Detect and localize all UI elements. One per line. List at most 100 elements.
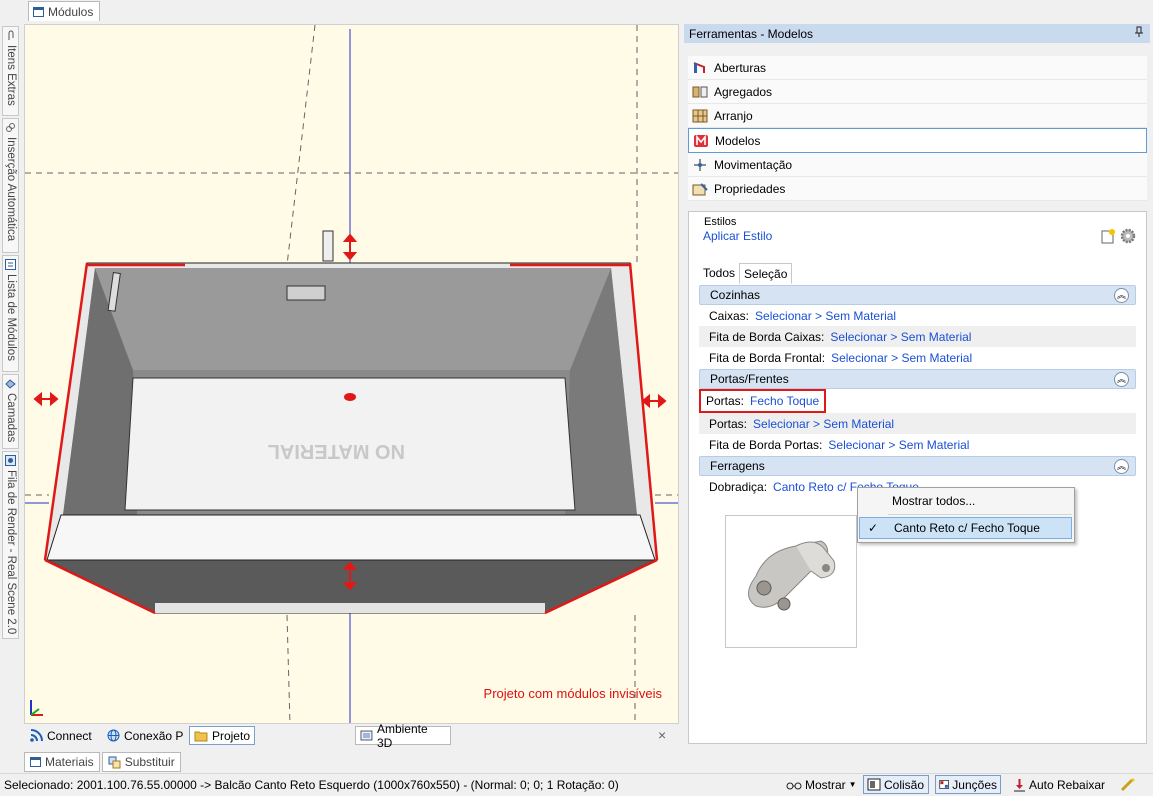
tool-modelos-label: Modelos: [715, 133, 761, 148]
row-label: Fita de Borda Caixas:: [709, 329, 825, 344]
menu-item-mostrar-todos[interactable]: Mostrar todos...: [858, 490, 1072, 512]
folder-icon: [194, 731, 208, 741]
tab-insercao-automatica-label: Inserção Automática: [5, 137, 17, 242]
styles-toolbar: [1100, 228, 1136, 244]
tool-propriedades[interactable]: Propriedades: [688, 177, 1147, 201]
glasses-icon: [786, 782, 802, 789]
juncoes-toggle[interactable]: Junções: [935, 775, 1001, 794]
cabinet-3d-render: NO MATERIAL: [25, 25, 678, 723]
panel-header: Ferramentas - Modelos: [684, 24, 1150, 43]
tab-lista-de-modulos[interactable]: Lista de Módulos: [2, 255, 19, 372]
tool-agregados[interactable]: Agregados: [688, 80, 1147, 104]
group-cozinhas[interactable]: Cozinhas ︽: [699, 285, 1136, 305]
tab-ambiente-3d[interactable]: Ambiente 3D: [355, 722, 451, 750]
collapse-icon[interactable]: ︽: [1114, 288, 1129, 303]
list-item: Portas: Fecho Toque: [699, 389, 1136, 413]
tool-movimentacao[interactable]: Movimentação: [688, 153, 1147, 177]
tab-connect-label: Connect: [47, 728, 92, 743]
tab-todos[interactable]: Todos: [699, 263, 739, 282]
tab-camadas[interactable]: Camadas: [2, 374, 19, 449]
replace-icon: [108, 756, 121, 768]
list-item: Fita de Borda Portas: Selecionar > Sem Ma…: [699, 434, 1136, 455]
3d-viewport[interactable]: NO MATERIAL Projeto com módulos invisíve…: [24, 24, 679, 724]
viewport-tabs: Connect Conexão P Projeto Ambiente 3D ×: [24, 722, 679, 750]
tab-selecao[interactable]: Seleção: [739, 263, 793, 284]
models-icon: [694, 134, 708, 147]
tool-arranjo-label: Arranjo: [714, 108, 753, 123]
tool-agregados-label: Agregados: [714, 84, 773, 99]
menu-item-canto-reto[interactable]: ✓ Canto Reto c/ Fecho Toque: [859, 517, 1072, 539]
juncoes-label: Junções: [952, 777, 997, 792]
tools-list: Aberturas Agregados Arranjo Modelos Movi…: [688, 56, 1147, 201]
row-label: Caixas:: [709, 308, 750, 323]
group-portas-frentes-title: Portas/Frentes: [710, 372, 789, 386]
wand-icon[interactable]: [1117, 775, 1139, 794]
checkmark-icon: ✓: [868, 521, 879, 535]
group-cozinhas-title: Cozinhas: [710, 288, 761, 302]
new-style-icon[interactable]: [1100, 228, 1116, 244]
row-value-link[interactable]: Selecionar > Sem Material: [753, 417, 894, 431]
no-material-watermark: NO MATERIAL: [268, 440, 405, 462]
auto-rebaixar-button[interactable]: Auto Rebaixar: [1010, 775, 1108, 794]
tab-itens-extras-label: Itens Extras: [5, 45, 17, 106]
tool-modelos[interactable]: Modelos: [688, 128, 1147, 153]
tab-modulos[interactable]: Módulos: [28, 1, 101, 21]
row-label: Portas:: [709, 416, 748, 431]
tab-substituir-label: Substituir: [124, 755, 175, 769]
tab-itens-extras[interactable]: Itens Extras: [2, 26, 19, 116]
row-value-link[interactable]: Fecho Toque: [750, 394, 819, 408]
estilos-label: Estilos: [704, 216, 737, 228]
row-label: Portas:: [706, 394, 745, 408]
row-label: Fita de Borda Frontal:: [709, 350, 826, 365]
paperclip-icon: [8, 30, 14, 40]
collision-icon: [867, 778, 881, 791]
group-ferragens[interactable]: Ferragens ︽: [699, 456, 1136, 476]
bottom-tabs: Materiais Substituir: [24, 752, 181, 772]
tab-conexao-p[interactable]: Conexão P: [103, 726, 187, 745]
style-subtabs: Todos Seleção: [699, 263, 793, 284]
tab-insercao-automatica[interactable]: Inserção Automática: [2, 118, 19, 253]
tab-fila-de-render[interactable]: Fila de Render - Real Scene 2.0: [2, 451, 19, 639]
move-icon: [694, 158, 706, 171]
panel-title: Ferramentas - Modelos: [689, 27, 814, 41]
highlighted-row: Portas: Fecho Toque: [699, 389, 827, 413]
aplicar-estilo-link[interactable]: Aplicar Estilo: [703, 229, 772, 243]
chain-icon: [6, 123, 15, 132]
tab-substituir[interactable]: Substituir: [101, 752, 181, 772]
row-value-link[interactable]: Selecionar > Sem Material: [831, 351, 972, 365]
list-item: Caixas: Selecionar > Sem Material: [699, 305, 1136, 326]
globe-icon: [107, 729, 120, 742]
render-icon: [5, 455, 16, 466]
row-value-link[interactable]: Selecionar > Sem Material: [828, 438, 969, 452]
tab-lista-de-modulos-label: Lista de Módulos: [5, 274, 17, 361]
tool-aberturas[interactable]: Aberturas: [688, 56, 1147, 80]
menu-item-label: Canto Reto c/ Fecho Toque: [894, 521, 1040, 535]
arrow-down-icon: [1014, 778, 1025, 791]
tab-materiais[interactable]: Materiais: [24, 752, 100, 772]
layers-icon: [5, 379, 16, 389]
collapse-icon[interactable]: ︽: [1114, 372, 1129, 387]
row-value-link[interactable]: Selecionar > Sem Material: [830, 330, 971, 344]
door-open-icon: [693, 61, 705, 73]
style-property-grid: Cozinhas ︽ Caixas: Selecionar > Sem Mater…: [699, 284, 1136, 497]
row-value-link[interactable]: Selecionar > Sem Material: [755, 309, 896, 323]
window-icon: [33, 6, 44, 17]
tool-movimentacao-label: Movimentação: [714, 157, 793, 172]
tool-arranjo[interactable]: Arranjo: [688, 104, 1147, 128]
gear-icon[interactable]: [1120, 228, 1136, 244]
menu-item-label: Mostrar todos...: [892, 494, 976, 508]
pin-icon[interactable]: [1134, 26, 1144, 41]
group-portas-frentes[interactable]: Portas/Frentes ︽: [699, 369, 1136, 389]
colisao-toggle[interactable]: Colisão: [863, 775, 929, 794]
close-viewport-button[interactable]: ×: [658, 727, 666, 743]
tool-aberturas-label: Aberturas: [714, 60, 767, 75]
collapse-icon[interactable]: ︽: [1114, 459, 1129, 474]
tool-propriedades-label: Propriedades: [714, 181, 786, 196]
axis-gizmo-icon: [30, 700, 43, 716]
mostrar-dropdown[interactable]: Mostrar ▼: [783, 775, 860, 794]
tab-camadas-label: Camadas: [5, 393, 17, 443]
row-label: Fita de Borda Portas:: [709, 437, 823, 452]
tab-connect[interactable]: Connect: [26, 726, 96, 745]
tab-projeto[interactable]: Projeto: [189, 726, 255, 745]
estilos-panel: Estilos Aplicar Estilo Todos Seleção Coz…: [688, 211, 1147, 744]
